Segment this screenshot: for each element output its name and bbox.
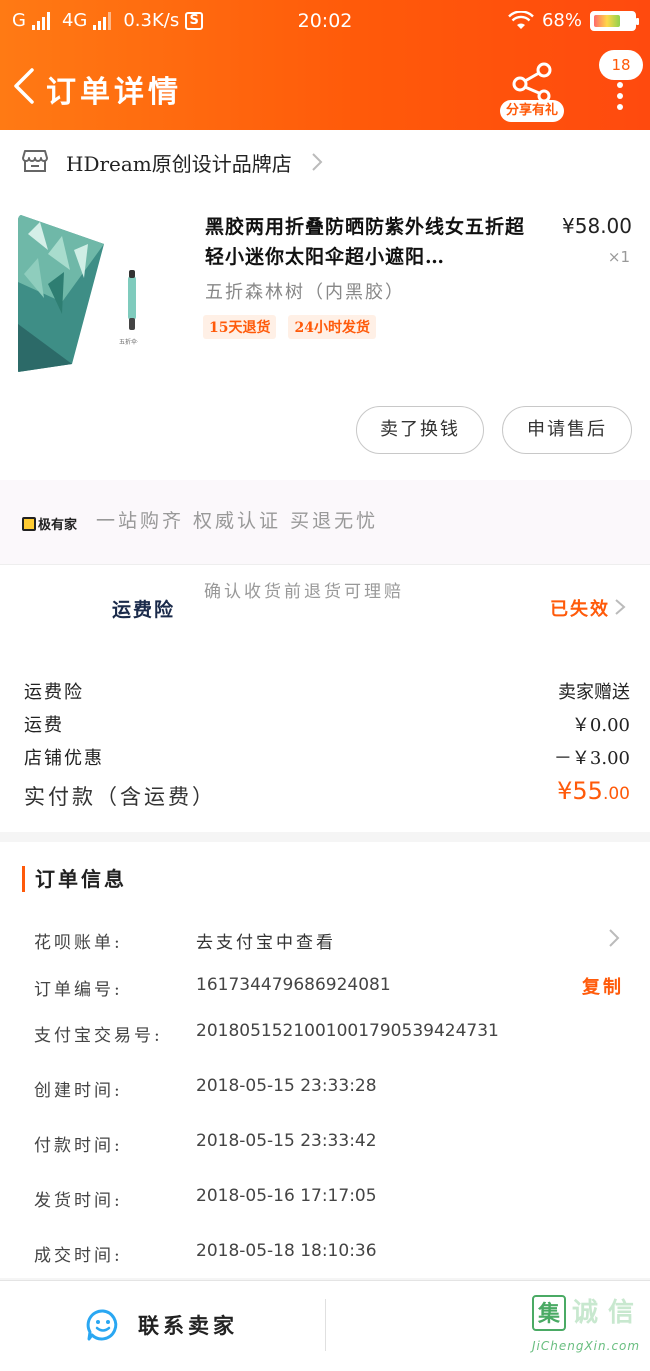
fee-key: 运费险 bbox=[24, 682, 84, 703]
tag-shipping: 24小时发货 bbox=[288, 315, 376, 339]
order-item-card: HDream原创设计品牌店 五折伞·内胶款 黑胶两用折叠防晒防紫外线女五折超轻小… bbox=[0, 130, 650, 480]
fee-key: 运费 bbox=[24, 715, 64, 736]
order-info-row-huabei[interactable]: 花呗账单: 去支付宝中查看 bbox=[34, 926, 630, 956]
chevron-right-icon bbox=[312, 153, 323, 171]
battery-percent: 68% bbox=[541, 10, 582, 31]
order-info-key: 付款时间: bbox=[34, 1136, 123, 1156]
total-key: 实付款（含运费） bbox=[24, 785, 216, 809]
watermark-char: 集 bbox=[532, 1295, 566, 1331]
fee-row-discount: 店铺优惠 －￥3.00 bbox=[24, 744, 630, 774]
order-info-value: 去支付宝中查看 bbox=[196, 933, 336, 953]
freight-insurance-status: 已失效 bbox=[550, 599, 610, 620]
watermark-url: JiChengXin.com bbox=[532, 1339, 641, 1353]
watermark-chars: 集 诚 信 bbox=[532, 1295, 638, 1331]
contact-seller-label: 联系卖家 bbox=[138, 1313, 238, 1338]
order-info-value: 2018-05-15 23:33:28 bbox=[196, 1076, 377, 1096]
jiyoujia-logo: 极有家 bbox=[22, 514, 77, 533]
order-info-title: 订单信息 bbox=[22, 866, 127, 892]
watermark-logo: 集 诚 信 JiChengXin.com bbox=[532, 1295, 642, 1369]
product-image[interactable]: 五折伞·内胶款 bbox=[18, 214, 138, 376]
total-main: ¥55 bbox=[557, 777, 603, 805]
order-info-value: 2018-05-18 18:10:36 bbox=[196, 1241, 377, 1261]
share-icon bbox=[512, 62, 552, 103]
bottom-divider bbox=[325, 1299, 326, 1351]
resell-button[interactable]: 卖了换钱 bbox=[356, 406, 484, 454]
copy-button[interactable]: 复制 bbox=[582, 973, 624, 999]
order-info-row-paid: 付款时间: 2018-05-15 23:33:42 bbox=[34, 1129, 630, 1159]
order-info-key: 发货时间: bbox=[34, 1191, 123, 1211]
status-bar-right: 68% bbox=[508, 10, 639, 31]
jiyoujia-logo-text: 极有家 bbox=[38, 518, 78, 533]
more-dots-icon bbox=[617, 82, 623, 115]
navbar: 订单详情 分享有礼 18 bbox=[0, 50, 650, 126]
order-info-key: 支付宝交易号: bbox=[34, 1026, 163, 1046]
fee-key: 店铺优惠 bbox=[24, 748, 104, 769]
header: G 4G 0.3K/s S 20:02 68% 订单详情 分享有礼 18 bbox=[0, 0, 650, 130]
product-tags: 15天退货 24小时发货 bbox=[203, 315, 376, 339]
product-title[interactable]: 黑胶两用折叠防晒防紫外线女五折超轻小迷你太阳伞超小遮阳… bbox=[205, 212, 535, 272]
product-quantity: ×1 bbox=[607, 248, 630, 266]
store-row[interactable]: HDream原创设计品牌店 bbox=[0, 130, 650, 192]
back-chevron-icon[interactable] bbox=[10, 66, 40, 106]
watermark-char: 信 bbox=[607, 1298, 634, 1328]
fee-row-shipping: 运费 ￥0.00 bbox=[24, 711, 630, 741]
store-icon bbox=[22, 150, 48, 172]
store-name: HDream原创设计品牌店 bbox=[66, 152, 292, 176]
total-cents: .00 bbox=[602, 784, 630, 804]
fee-value: 卖家赠送 bbox=[558, 682, 630, 703]
order-info-value: 2018051521001001790539424731 bbox=[196, 1021, 499, 1041]
order-info-section: 订单信息 花呗账单: 去支付宝中查看 订单编号: 161734479686924… bbox=[0, 842, 650, 1278]
product-sku: 五折森林树（内黑胶） bbox=[205, 282, 405, 303]
page-title: 订单详情 bbox=[46, 75, 182, 110]
more-button[interactable]: 18 bbox=[596, 50, 644, 110]
order-info-value: 161734479686924081 bbox=[196, 975, 391, 995]
guarantee-banner[interactable]: 极有家 一站购齐 权威认证 买退无忧 bbox=[0, 480, 650, 564]
share-button[interactable]: 分享有礼 bbox=[500, 58, 564, 122]
order-info-row-shipped: 发货时间: 2018-05-16 17:17:05 bbox=[34, 1184, 630, 1214]
payment-summary: 运费险 确认收货前退货可理赔 已失效 运费险 卖家赠送 运费 ￥0.00 店铺优… bbox=[0, 564, 650, 832]
chevron-right-icon bbox=[609, 929, 620, 947]
total-amount: ¥55.00 bbox=[557, 777, 630, 805]
share-label: 分享有礼 bbox=[500, 100, 564, 122]
umbrella-image: 五折伞·内胶款 bbox=[18, 214, 138, 376]
order-info-value: 2018-05-15 23:33:42 bbox=[196, 1131, 377, 1151]
bottom-bar: 联系卖家 集 诚 信 JiChengXin.com bbox=[0, 1280, 650, 1371]
thumb-caption: 五折伞·内胶款 bbox=[119, 338, 138, 346]
order-info-key: 订单编号: bbox=[34, 980, 123, 1000]
wifi-icon bbox=[508, 10, 534, 29]
contact-seller-button[interactable]: 联系卖家 bbox=[86, 1307, 238, 1343]
freight-insurance-desc: 确认收货前退货可理赔 bbox=[204, 582, 404, 602]
product-price: ¥58.00 bbox=[562, 214, 632, 238]
tag-return: 15天退货 bbox=[203, 315, 277, 339]
message-badge: 18 bbox=[599, 50, 643, 80]
fee-row-total: 实付款（含运费） ¥55.00 bbox=[24, 777, 630, 811]
order-info-row-number: 订单编号: 161734479686924081 复制 bbox=[34, 973, 630, 1003]
aftersale-button[interactable]: 申请售后 bbox=[502, 406, 632, 454]
jiyoujia-logo-icon bbox=[22, 516, 36, 531]
order-info-row-completed: 成交时间: 2018-05-18 18:10:36 bbox=[34, 1239, 630, 1269]
chevron-right-icon bbox=[615, 599, 626, 615]
freight-insurance-label: 运费险 bbox=[112, 599, 176, 621]
fee-value: ￥0.00 bbox=[571, 715, 630, 736]
order-info-row-alipay: 支付宝交易号: 2018051521001001790539424731 bbox=[34, 1019, 630, 1049]
order-info-value: 2018-05-16 17:17:05 bbox=[196, 1186, 377, 1206]
order-info-key: 创建时间: bbox=[34, 1081, 123, 1101]
fee-row-insurance: 运费险 卖家赠送 bbox=[24, 678, 630, 708]
order-info-key: 花呗账单: bbox=[34, 933, 123, 953]
status-bar: G 4G 0.3K/s S 20:02 68% bbox=[0, 0, 650, 44]
order-info-key: 成交时间: bbox=[34, 1246, 123, 1266]
guarantee-slogan: 一站购齐 权威认证 买退无忧 bbox=[96, 510, 379, 532]
fee-value: －￥3.00 bbox=[553, 748, 630, 769]
watermark-char: 诚 bbox=[571, 1298, 598, 1328]
battery-icon bbox=[590, 10, 639, 31]
order-info-row-created: 创建时间: 2018-05-15 23:33:28 bbox=[34, 1074, 630, 1104]
chat-smile-icon bbox=[86, 1309, 118, 1341]
